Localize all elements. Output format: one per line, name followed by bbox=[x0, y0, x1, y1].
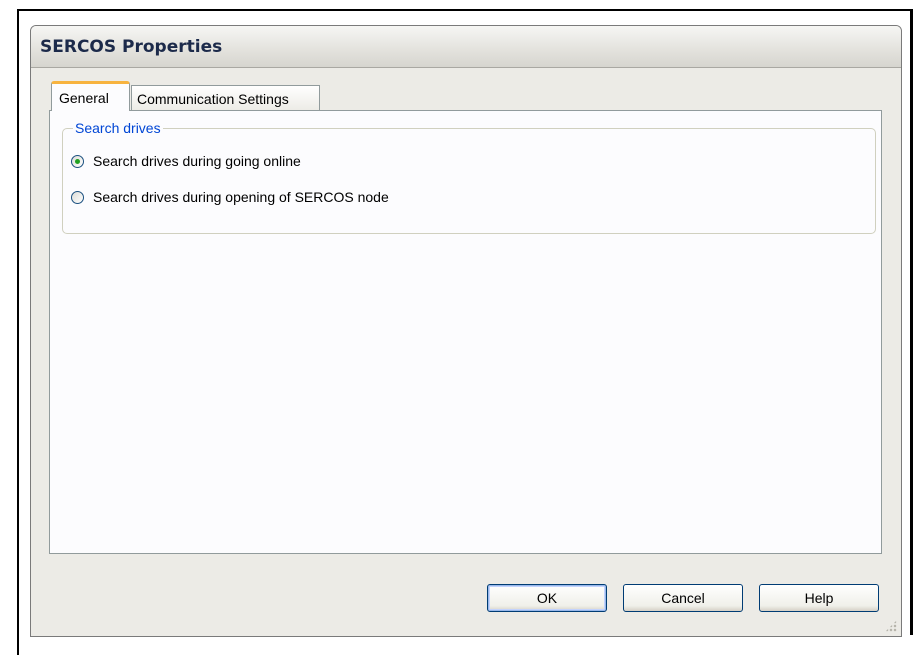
radio-search-opening-label[interactable]: Search drives during opening of SERCOS n… bbox=[93, 189, 389, 205]
radio-search-online-label[interactable]: Search drives during going online bbox=[93, 153, 301, 169]
radio-checked-icon[interactable] bbox=[71, 154, 84, 168]
sercos-properties-dialog: SERCOS Properties General Communication … bbox=[30, 25, 902, 637]
tab-communication-settings[interactable]: Communication Settings bbox=[131, 85, 320, 111]
search-drives-legend: Search drives bbox=[73, 120, 163, 136]
radio-unchecked-icon[interactable] bbox=[71, 190, 84, 204]
tab-strip: General Communication Settings bbox=[51, 81, 320, 111]
tab-communication-settings-label: Communication Settings bbox=[137, 90, 289, 107]
ok-button[interactable]: OK bbox=[487, 584, 607, 612]
tab-panel-general: Search drives Search drives during going… bbox=[49, 110, 882, 554]
tab-general-label: General bbox=[59, 89, 109, 106]
dialog-title: SERCOS Properties bbox=[31, 26, 901, 68]
radio-search-online[interactable]: Search drives during going online bbox=[71, 153, 301, 169]
help-button[interactable]: Help bbox=[759, 584, 879, 612]
tab-general[interactable]: General bbox=[51, 81, 130, 111]
radio-search-opening[interactable]: Search drives during opening of SERCOS n… bbox=[71, 189, 389, 205]
cancel-button[interactable]: Cancel bbox=[623, 584, 743, 612]
search-drives-groupbox: Search drives Search drives during going… bbox=[62, 120, 876, 234]
resize-grip-icon[interactable] bbox=[885, 620, 897, 632]
